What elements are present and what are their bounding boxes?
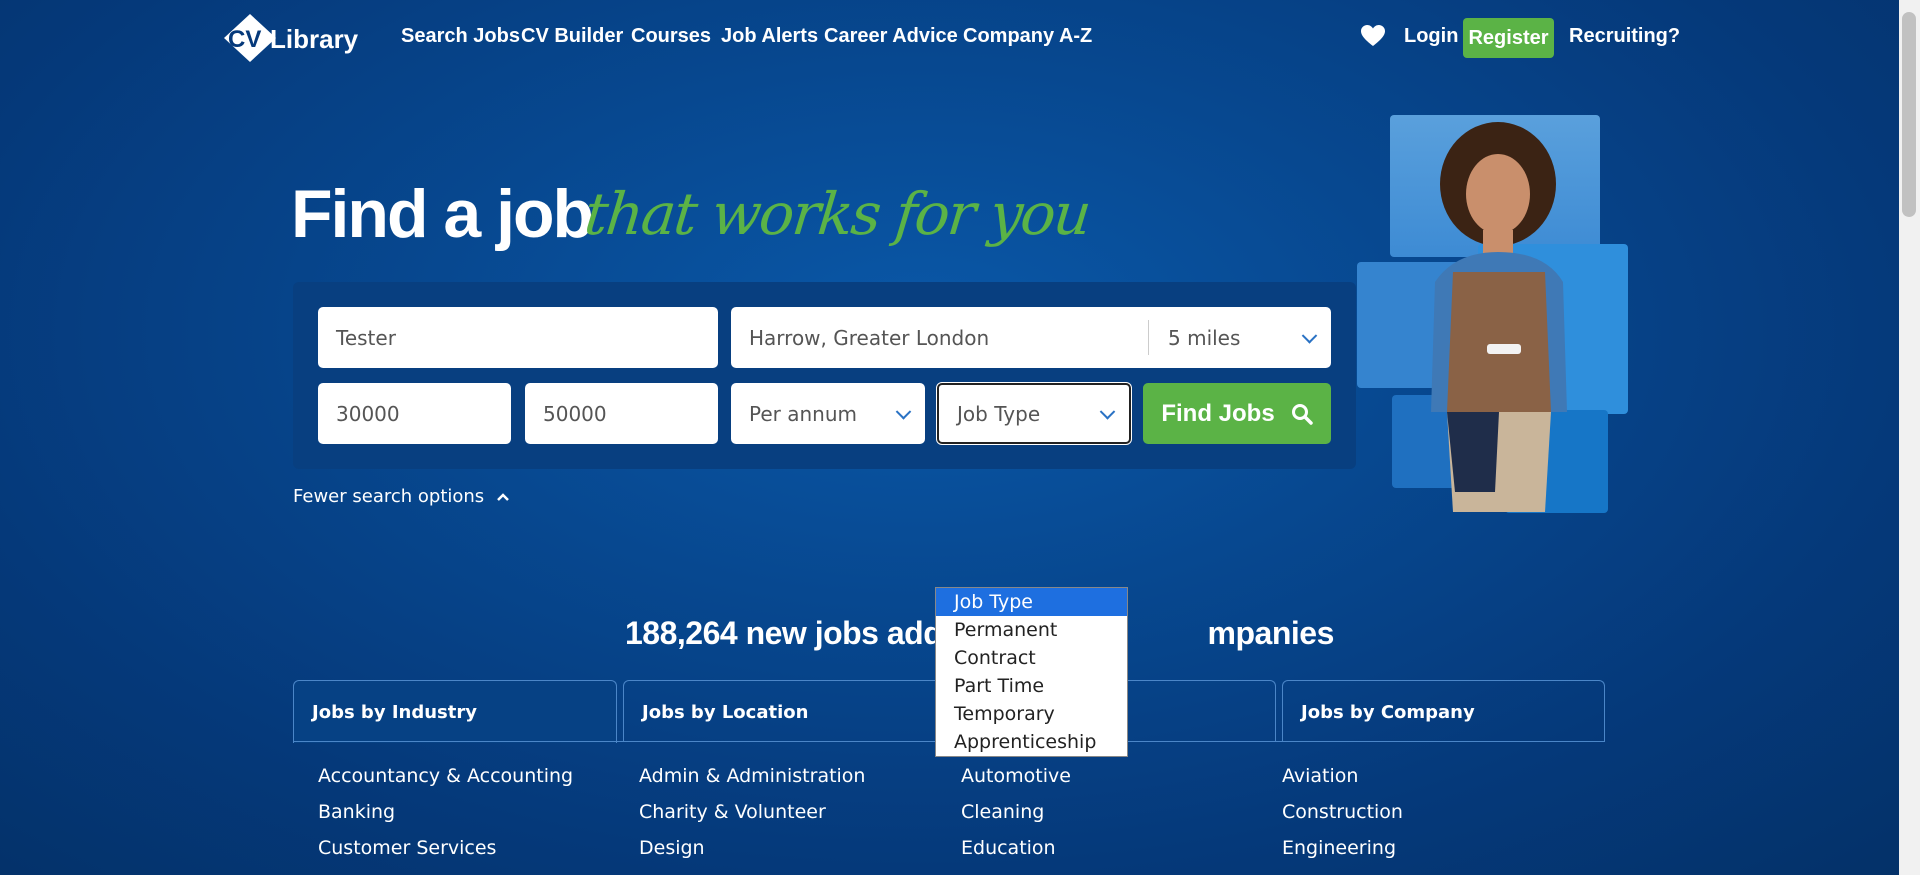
chevron-down-icon: [1301, 327, 1318, 344]
list-item[interactable]: Design: [639, 837, 865, 873]
dropdown-option-apprenticeship[interactable]: Apprenticeship: [936, 728, 1127, 756]
dropdown-option-contract[interactable]: Contract: [936, 644, 1127, 672]
jobs-count-left: 188,264 new jobs adde: [625, 615, 960, 651]
list-item[interactable]: Aviation: [1282, 765, 1403, 801]
fewer-options-label: Fewer search options: [293, 486, 485, 507]
nav-company-a-z[interactable]: Company A-Z: [963, 25, 1092, 48]
job-type-select[interactable]: Job Type: [937, 383, 1131, 444]
chevron-down-icon: [1099, 403, 1116, 420]
distance-select[interactable]: 5 miles: [1168, 326, 1240, 350]
dropdown-option-temporary[interactable]: Temporary: [936, 700, 1127, 728]
svg-text:Library: Library: [270, 24, 359, 54]
login-link[interactable]: Login: [1404, 25, 1458, 48]
saved-jobs-heart-icon[interactable]: [1360, 24, 1386, 48]
svg-text:CV: CV: [228, 26, 261, 53]
nav-search-jobs[interactable]: Search Jobs: [401, 25, 520, 48]
recruiting-link[interactable]: Recruiting?: [1569, 25, 1680, 48]
dropdown-option-permanent[interactable]: Permanent: [936, 616, 1127, 644]
tab-jobs-by-company[interactable]: Jobs by Company: [1282, 680, 1605, 742]
list-item[interactable]: Accountancy & Accounting: [318, 765, 573, 801]
scrollbar-thumb[interactable]: [1902, 12, 1916, 217]
salary-max-input[interactable]: 50000: [525, 383, 718, 444]
tab-jobs-by-industry[interactable]: Jobs by Industry: [293, 680, 617, 743]
chevron-down-icon: [895, 403, 912, 420]
chevron-up-icon: [497, 493, 509, 501]
location-value: Harrow, Greater London: [749, 325, 990, 350]
category-links: Automotive Cleaning Education: [961, 765, 1071, 873]
fewer-search-options-link[interactable]: Fewer search options: [293, 486, 510, 507]
list-item[interactable]: Engineering: [1282, 837, 1403, 873]
location-divider: [1148, 320, 1149, 355]
company-links: Aviation Construction Engineering: [1282, 765, 1403, 873]
search-icon: [1291, 403, 1313, 425]
salary-min-input[interactable]: 30000: [318, 383, 511, 444]
cv-library-logo[interactable]: CV Library: [220, 10, 362, 66]
tab-jobs-by-location[interactable]: Jobs by Location: [623, 680, 943, 742]
list-item[interactable]: Banking: [318, 801, 573, 837]
jobs-count-right: mpanies: [1207, 615, 1335, 651]
salary-period-select[interactable]: Per annum: [731, 383, 925, 444]
location-input[interactable]: Harrow, Greater London 5 miles: [731, 307, 1331, 368]
list-item[interactable]: Customer Services: [318, 837, 573, 873]
nav-cv-builder[interactable]: CV Builder: [521, 25, 623, 48]
nav-courses[interactable]: Courses: [631, 25, 711, 48]
nav-career-advice[interactable]: Career Advice: [824, 25, 958, 48]
dropdown-option-job-type[interactable]: Job Type: [936, 588, 1127, 616]
nav-job-alerts[interactable]: Job Alerts: [721, 25, 818, 48]
hero-subtitle: that works for you: [581, 180, 1093, 248]
job-type-dropdown-list: Job Type Permanent Contract Part Time Te…: [935, 587, 1128, 757]
list-item[interactable]: Education: [961, 837, 1071, 873]
hero-person-image: [1431, 122, 1567, 512]
list-item[interactable]: Charity & Volunteer: [639, 801, 865, 837]
register-button[interactable]: Register: [1463, 18, 1554, 58]
find-jobs-label: Find Jobs: [1161, 399, 1275, 427]
hero-title: Find a job: [291, 176, 594, 252]
dropdown-option-part-time[interactable]: Part Time: [936, 672, 1127, 700]
keywords-input[interactable]: Tester: [318, 307, 718, 368]
salary-period-value: Per annum: [749, 401, 857, 426]
list-item[interactable]: Cleaning: [961, 801, 1071, 837]
location-links: Admin & Administration Charity & Volunte…: [639, 765, 865, 873]
list-item[interactable]: Admin & Administration: [639, 765, 865, 801]
industry-links: Accountancy & Accounting Banking Custome…: [318, 765, 573, 873]
job-type-value: Job Type: [957, 401, 1041, 426]
list-item[interactable]: Automotive: [961, 765, 1071, 801]
list-item[interactable]: Construction: [1282, 801, 1403, 837]
find-jobs-button[interactable]: Find Jobs: [1143, 383, 1331, 444]
